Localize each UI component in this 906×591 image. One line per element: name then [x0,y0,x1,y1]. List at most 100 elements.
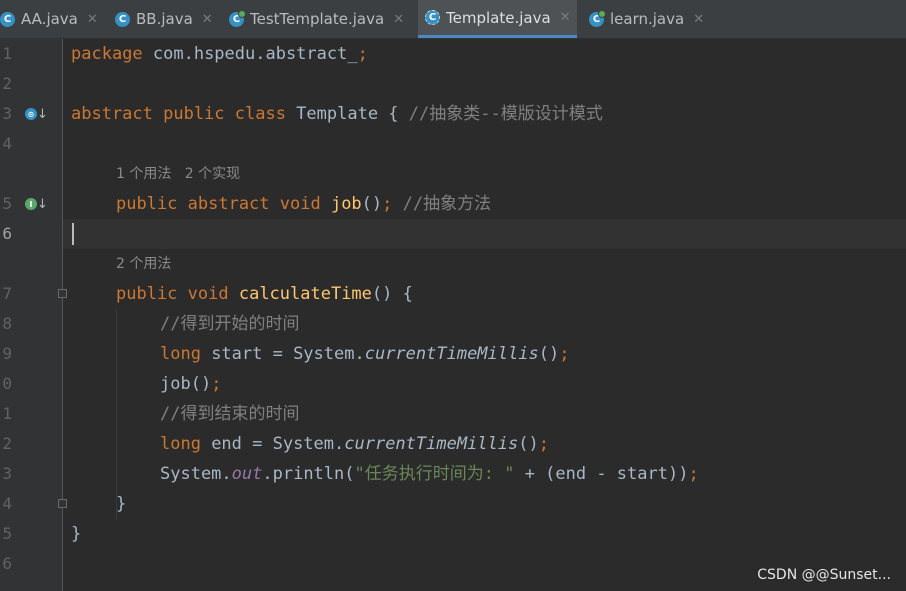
semicolon: ; [211,374,222,394]
comment: //得到开始的时间 [160,314,300,334]
code-text: package com.hspedu.abstract_; [71,39,368,69]
code-line-1: 1 package com.hspedu.abstract_; [0,39,906,69]
class-ref: System. [160,464,232,484]
tab-label: Template.java [446,8,551,27]
line-number: 2 [2,74,12,93]
inlay-hint-row: 2 个用法 [0,249,906,279]
code-text: public void calculateTime() { [116,279,413,309]
tab-label: TestTemplate.java [250,10,385,28]
semicolon: ; [357,44,368,64]
close-icon[interactable]: ✕ [393,12,404,27]
code-text: } [71,519,81,549]
close-icon[interactable]: ✕ [693,12,704,27]
code-line-6: 6 [0,219,906,249]
line-number: 2 [2,434,12,453]
code-text: //得到开始的时间 [160,309,299,339]
code-text: } [116,489,126,519]
code-text: job(); [160,369,221,399]
editor-tab-bar: C AA.java ✕ C BB.java ✕ C TestTemplate.j… [0,0,906,39]
line-number: 7 [2,284,12,303]
code-line-10: 0 job(); [0,369,906,399]
code-text: long start = System.currentTimeMillis(); [160,339,569,369]
tab-aa-java[interactable]: C AA.java ✕ [0,0,101,38]
keyword: long [160,434,201,454]
tab-testtemplate-java[interactable]: C TestTemplate.java ✕ [229,0,419,38]
static-method-call: currentTimeMillis [344,434,519,454]
abstract-class-icon: C [425,10,440,25]
line-number: 3 [2,104,12,123]
line-number: 6 [2,554,12,573]
line-number: 4 [2,134,12,153]
line-number: 1 [2,44,12,63]
line-number: 5 [2,194,12,213]
code-line-13: 3 System.out.println("任务执行时间为: " + (end … [0,459,906,489]
code-line-9: 9 long start = System.currentTimeMillis(… [0,339,906,369]
close-icon[interactable]: ✕ [202,12,213,27]
line-number: 8 [2,314,12,333]
code-line-3: 3 ⊙ ↓ abstract public class Template { /… [0,99,906,129]
static-field: out [231,464,263,484]
code-text: System.out.println("任务执行时间为: " + (end - … [160,459,699,489]
code-line-11: 1 //得到结束的时间 [0,399,906,429]
fold-icon[interactable] [58,289,67,298]
line-number: 4 [2,494,12,513]
tab-label: BB.java [136,10,193,28]
keyword: package [71,44,143,64]
tab-learn-java[interactable]: C learn.java ✕ [589,0,709,38]
usage-hint[interactable]: 1 个用法 2 个实现 [116,159,240,189]
arrow-down-icon[interactable]: ↓ [37,198,48,212]
keyword: long [160,344,201,364]
comment: //得到结束的时间 [160,404,300,424]
comment: //抽象类--模版设计模式 [408,104,603,124]
code-line-5: 5 I ↓ public abstract void job(); //抽象方法 [0,189,906,219]
class-icon: C [115,11,130,27]
close-icon[interactable]: ✕ [87,12,98,27]
expression: + (end - start)) [514,464,689,484]
runnable-class-icon: C [229,9,246,27]
tab-label: AA.java [21,10,78,28]
static-method-call: currentTimeMillis [364,344,539,364]
fold-end-icon[interactable] [58,499,67,508]
code-line-14: 4 } [0,489,906,519]
closing-brace: } [71,524,82,544]
semicolon: ; [382,194,393,214]
class-declaration: Template { [285,104,409,124]
parens: () [538,344,560,364]
code-line-8: 8 //得到开始的时间 [0,309,906,339]
statement: end = System. [200,434,345,454]
line-number: 5 [2,524,12,543]
implemented-icon[interactable]: ⊙ [25,108,37,120]
line-number: 3 [2,464,12,483]
statement: start = System. [200,344,365,364]
code-line-7: 7 public void calculateTime() { [0,279,906,309]
close-icon[interactable]: ✕ [560,10,571,25]
tab-label: learn.java [610,10,685,28]
code-editor[interactable]: 1 package com.hspedu.abstract_; 2 3 ⊙ ↓ … [0,39,906,591]
method-name: job [330,194,362,214]
code-text: //得到结束的时间 [160,399,299,429]
line-number: 9 [2,344,12,363]
package-name: com.hspedu.abstract_ [142,44,358,64]
inlay-hint-row: 1 个用法 2 个实现 [0,159,906,189]
keyword: abstract public class [71,104,286,124]
implemented-method-icon[interactable]: I [25,198,37,210]
keyword: public abstract void [116,194,321,214]
tab-template-java[interactable]: C Template.java ✕ [418,0,577,38]
comment: //抽象方法 [392,194,492,214]
arrow-down-icon[interactable]: ↓ [37,108,48,122]
code-line-4: 4 [0,129,906,159]
semicolon: ; [688,464,699,484]
closing-brace: } [116,494,127,514]
usage-hint[interactable]: 2 个用法 [116,249,171,279]
code-line-2: 2 [0,69,906,99]
line-number: 6 [2,224,12,243]
method-call: .println( [262,464,355,484]
method-name: calculateTime [238,284,372,304]
line-number: 1 [2,404,12,423]
watermark: CSDN @@Sunset... [757,567,891,583]
parens: () { [371,284,413,304]
semicolon: ; [538,434,549,454]
code-text: public abstract void job(); //抽象方法 [116,189,491,219]
tab-bb-java[interactable]: C BB.java ✕ [115,0,223,38]
parens: () [361,194,383,214]
